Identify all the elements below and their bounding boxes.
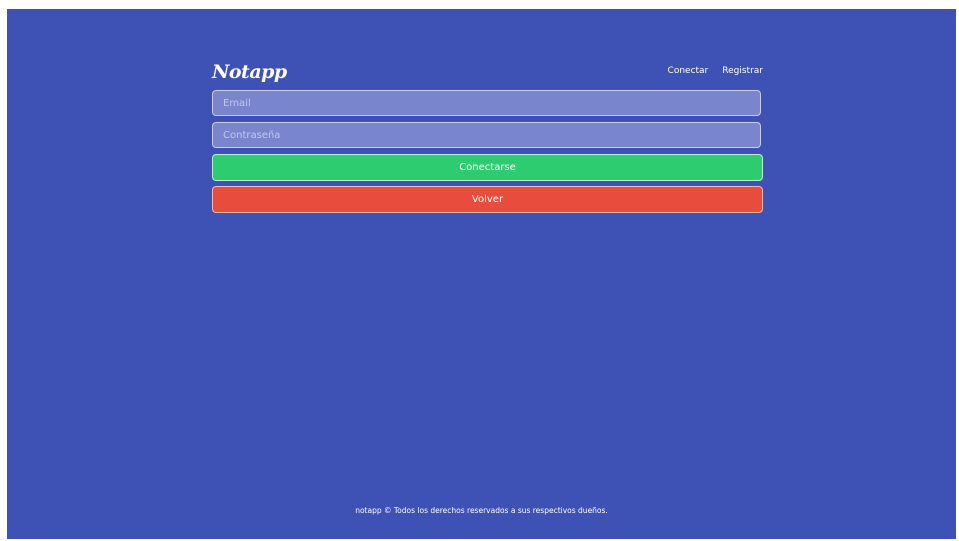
back-button-label: Volver: [471, 194, 504, 205]
nav-register-link[interactable]: Registrar: [722, 66, 763, 76]
header: Notapp Conectar Registrar: [212, 56, 763, 90]
footer-copyright: notapp © Todos los derechos reservados a…: [355, 506, 608, 515]
back-button[interactable]: Volver: [212, 186, 763, 213]
nav-links: Conectar Registrar: [668, 66, 763, 76]
connect-button[interactable]: Conectarse: [212, 154, 763, 181]
page-background: Notapp Conectar Registrar Conectarse Vol…: [7, 9, 956, 539]
app-logo[interactable]: Notapp: [212, 61, 287, 83]
connect-button-label: Conectarse: [459, 162, 516, 173]
password-field[interactable]: [212, 122, 761, 148]
email-field[interactable]: [212, 90, 761, 116]
nav-connect-link[interactable]: Conectar: [668, 66, 709, 76]
